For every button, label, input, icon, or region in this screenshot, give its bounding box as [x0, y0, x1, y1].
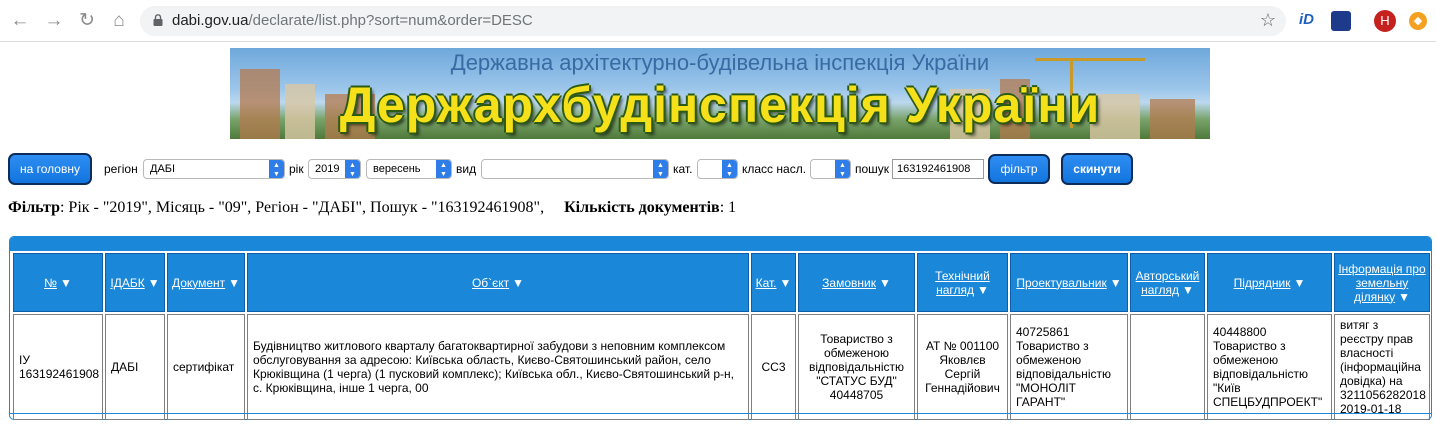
sort-down-icon: ▼: [1293, 275, 1306, 290]
column-header-designer[interactable]: Проектувальник ▼: [1010, 253, 1128, 312]
url-path: /declarate/list.php?sort=num&order=DESC: [248, 12, 533, 29]
extension-id-icon[interactable]: iD: [1299, 11, 1319, 31]
filter-button[interactable]: фільтр: [988, 154, 1050, 184]
cell-num: ІУ 163192461908: [13, 314, 103, 420]
cell-object: Будівництво житлового кварталу багатоква…: [247, 314, 749, 420]
cell-tech-supervision: АТ № 001100 Яковлєв Сергій Геннадійович: [917, 314, 1008, 420]
column-header-contractor[interactable]: Підрядник ▼: [1207, 253, 1332, 312]
cell-author-supervision: [1130, 314, 1205, 420]
column-header-document[interactable]: Документ ▼: [167, 253, 245, 312]
home-button[interactable]: на головну: [8, 153, 92, 185]
profile-avatar[interactable]: Н: [1374, 10, 1396, 32]
select-arrows-icon: ▲ ▼: [269, 160, 284, 178]
month-select[interactable]: вересень ▲ ▼: [366, 159, 452, 179]
lock-icon: [153, 14, 163, 26]
declarations-table: № ▼ ІДАБК ▼ Документ ▼ Об`єкт ▼ Кат. ▼ Замовн…: [11, 251, 1432, 422]
category-select[interactable]: ▲ ▼: [697, 159, 738, 179]
cell-contractor: 40448800 Товариство з обмеженою відповід…: [1207, 314, 1332, 420]
column-header-object[interactable]: Об`єкт ▼: [247, 253, 749, 312]
sort-down-icon: ▼: [228, 275, 241, 290]
column-header-customer[interactable]: Замовник ▼: [798, 253, 915, 312]
home-icon[interactable]: ⌂: [107, 9, 131, 33]
cell-category: СС3: [751, 314, 796, 420]
select-arrows-icon: ▲ ▼: [722, 160, 737, 178]
sort-down-icon: ▼: [779, 275, 792, 290]
filter-summary: Фільтр: Рік - "2019", Місяць - "09", Рег…: [8, 199, 736, 217]
sort-down-icon: ▼: [878, 275, 891, 290]
declarations-table-container: № ▼ ІДАБК ▼ Документ ▼ Об`єкт ▼ Кат. ▼ Замовн…: [9, 236, 1432, 420]
filter-summary-text: : Рік - "2019", Місяць - "09", Регіон - …: [59, 199, 545, 216]
sort-down-icon: ▼: [1182, 282, 1194, 297]
region-select[interactable]: ДАБІ ▲ ▼: [143, 159, 285, 179]
site-banner: Державна архітектурно-будівельна інспекц…: [230, 48, 1210, 139]
url-text: dabi.gov.ua/declarate/list.php?sort=num&…: [172, 12, 533, 29]
bookmark-star-icon[interactable]: ☆: [1260, 10, 1276, 31]
year-select[interactable]: 2019 ▲ ▼: [308, 159, 361, 179]
class-select[interactable]: ▲ ▼: [810, 159, 851, 179]
class-label: класс насл.: [742, 162, 807, 176]
region-value: ДАБІ: [150, 163, 176, 175]
back-arrow-icon[interactable]: ←: [8, 9, 32, 33]
cell-land-info: витяг з реєстру прав власності (інформац…: [1334, 314, 1430, 420]
sort-down-icon: ▼: [59, 275, 72, 290]
type-label: вид: [456, 162, 477, 176]
document-count-text: : 1: [719, 199, 737, 216]
year-value: 2019: [315, 163, 340, 175]
sort-down-icon: ▼: [147, 275, 160, 290]
region-label: регіон: [104, 162, 138, 176]
search-label: пошук: [855, 162, 890, 176]
column-header-land-info[interactable]: Інформація про земельну ділянку ▼: [1334, 253, 1430, 312]
extension-icon[interactable]: [1331, 11, 1351, 31]
column-header-tech-supervision[interactable]: Технічний нагляд ▼: [917, 253, 1008, 312]
cell-idabk: ДАБІ: [105, 314, 165, 420]
category-label: кат.: [673, 162, 693, 176]
filter-summary-label: Фільтр: [8, 199, 60, 216]
reset-button[interactable]: скинути: [1061, 153, 1133, 185]
select-arrows-icon: ▲ ▼: [835, 160, 850, 178]
table-row: ІУ 163192461908 ДАБІ сертифікат Будівниц…: [13, 314, 1430, 420]
table-header-row: № ▼ ІДАБК ▼ Документ ▼ Об`єкт ▼ Кат. ▼ Замовн…: [13, 253, 1430, 312]
cell-customer: Товариство з обмеженою відповідальністю …: [798, 314, 915, 420]
banner-subtitle: Державна архітектурно-будівельна інспекц…: [450, 50, 990, 75]
cell-designer: 40725861 Товариство з обмеженою відповід…: [1010, 314, 1128, 420]
month-value: вересень: [373, 163, 421, 175]
forward-arrow-icon[interactable]: →: [42, 9, 66, 33]
extension-orange-icon[interactable]: ◆: [1409, 12, 1427, 30]
sort-down-icon: ▼: [512, 275, 525, 290]
search-input[interactable]: 163192461908: [892, 159, 984, 179]
column-header-idabk[interactable]: ІДАБК ▼: [105, 253, 165, 312]
select-arrows-icon: ▲ ▼: [345, 160, 360, 178]
banner-title: Держархбудінспекція України: [339, 77, 1101, 133]
url-host: dabi.gov.ua: [172, 12, 249, 29]
select-arrows-icon: ▲ ▼: [653, 160, 668, 178]
sort-down-icon: ▼: [977, 282, 989, 297]
column-header-num[interactable]: № ▼: [13, 253, 103, 312]
select-arrows-icon: ▲ ▼: [436, 160, 451, 178]
sort-down-icon: ▼: [1109, 275, 1122, 290]
document-count-label: Кількість документів: [564, 199, 720, 216]
cell-document: сертифікат: [167, 314, 245, 420]
address-bar[interactable]: dabi.gov.ua/declarate/list.php?sort=num&…: [140, 6, 1286, 36]
reload-icon[interactable]: ↻: [75, 9, 99, 33]
year-label: рік: [289, 162, 304, 176]
sort-down-icon: ▼: [1398, 289, 1411, 304]
browser-toolbar: ← → ↻ ⌂ dabi.gov.ua/declarate/list.php?s…: [0, 0, 1436, 42]
type-select[interactable]: ▲ ▼: [481, 159, 669, 179]
column-header-category[interactable]: Кат. ▼: [751, 253, 796, 312]
column-header-author-supervision[interactable]: Авторський нагляд ▼: [1130, 253, 1205, 312]
